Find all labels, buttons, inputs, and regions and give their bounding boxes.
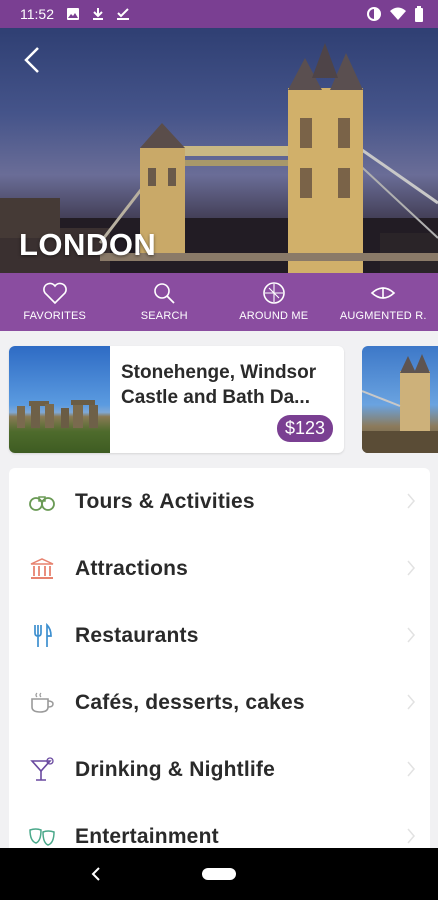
tab-label: SEARCH <box>140 310 188 322</box>
category-drinking-nightlife[interactable]: Drinking & Nightlife <box>9 736 430 803</box>
search-icon <box>154 283 175 304</box>
category-restaurants[interactable]: Restaurants <box>9 602 430 669</box>
tour-price-badge: $123 <box>276 415 333 442</box>
chevron-right-icon <box>407 761 415 777</box>
cocktail-icon <box>30 756 54 781</box>
data-saver-icon <box>366 6 382 22</box>
tower-bridge-thumbnail <box>362 354 438 453</box>
quick-actions-bar: FAVORITES SEARCH AROUND ME AUGMENTED R. <box>0 273 438 331</box>
tab-around-me[interactable]: AROUND ME <box>219 273 329 331</box>
home-pill-button[interactable] <box>202 868 236 880</box>
chevron-right-icon <box>407 560 415 576</box>
chevron-right-icon <box>407 493 415 509</box>
masks-icon <box>29 827 55 846</box>
city-hero-image: LONDON <box>0 28 438 273</box>
status-time: 11:52 <box>20 6 54 22</box>
system-navigation-bar <box>0 848 438 900</box>
featured-tour-card[interactable]: Stonehenge, Windsor Castle and Bath Da..… <box>9 346 344 453</box>
museum-icon <box>30 557 54 579</box>
wifi-icon <box>390 7 406 21</box>
category-label: Restaurants <box>75 623 199 647</box>
category-attractions[interactable]: Attractions <box>9 535 430 602</box>
eye-icon <box>371 287 396 299</box>
cutlery-icon <box>34 622 52 647</box>
category-label: Tours & Activities <box>75 489 255 513</box>
category-list: Tours & Activities Attractions Restauran… <box>9 468 430 868</box>
binoculars-icon <box>29 495 55 511</box>
category-label: Entertainment <box>75 824 219 848</box>
system-back-icon[interactable] <box>90 866 102 882</box>
download-icon <box>92 7 104 21</box>
battery-icon <box>414 6 424 22</box>
category-tours-activities[interactable]: Tours & Activities <box>9 468 430 535</box>
tab-label: AROUND ME <box>239 310 309 322</box>
category-label: Drinking & Nightlife <box>75 757 275 781</box>
image-notification-icon <box>66 7 80 21</box>
chevron-right-icon <box>407 694 415 710</box>
coffee-cup-icon <box>31 692 54 713</box>
tour-title: Stonehenge, Windsor Castle and Bath Da..… <box>121 362 317 408</box>
tab-label: FAVORITES <box>23 310 87 322</box>
status-bar: 11:52 <box>0 0 438 28</box>
heart-icon <box>42 282 67 305</box>
tab-search[interactable]: SEARCH <box>110 273 220 331</box>
category-label: Attractions <box>75 556 189 580</box>
tab-augmented-reality[interactable]: AUGMENTED R. <box>329 273 438 331</box>
tour-thumbnail <box>9 346 110 453</box>
category-label: Cafés, desserts, cakes <box>75 690 305 714</box>
compass-icon <box>262 282 285 304</box>
download-done-icon <box>116 7 130 21</box>
tab-favorites[interactable]: FAVORITES <box>0 273 110 331</box>
back-arrow-icon[interactable] <box>20 46 44 74</box>
category-cafes[interactable]: Cafés, desserts, cakes <box>9 669 430 736</box>
next-tour-card[interactable] <box>362 346 438 453</box>
chevron-right-icon <box>407 627 415 643</box>
stonehenge-illustration <box>17 400 98 428</box>
chevron-right-icon <box>407 828 415 844</box>
tab-label: AUGMENTED R. <box>339 310 427 322</box>
city-title: LONDON <box>19 227 157 262</box>
